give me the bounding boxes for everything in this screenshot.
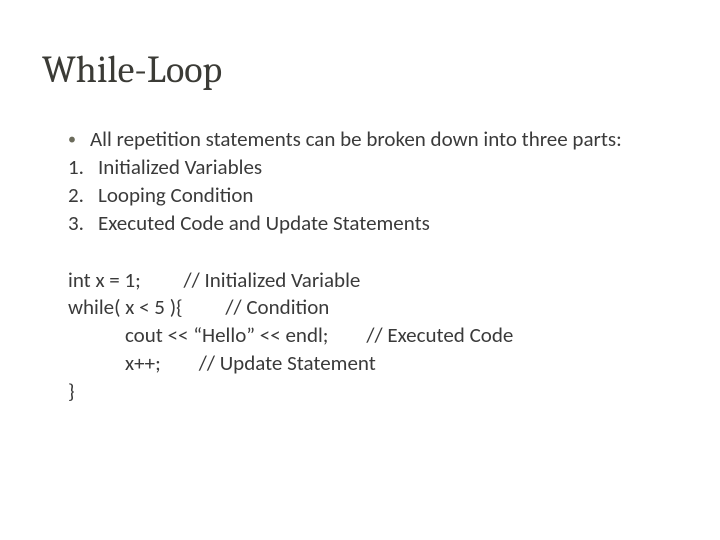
list-item: 3. Executed Code and Update Statements [68,210,664,237]
code-line: } [68,378,664,406]
list-item: 1. Initialized Variables [68,154,664,181]
bullet-icon: • [68,126,90,153]
code-line: cout << “Hello” << endl; // Executed Cod… [68,322,664,350]
bullet-text: All repetition statements can be broken … [90,126,664,153]
list-item: 2. Looping Condition [68,182,664,209]
slide-title: While-Loop [42,48,664,92]
slide-body: • All repetition statements can be broke… [68,126,664,405]
code-line: int x = 1; // Initialized Variable [68,267,664,295]
list-number: 3. [68,210,98,237]
list-number: 1. [68,154,98,181]
list-number: 2. [68,182,98,209]
bullet-item: • All repetition statements can be broke… [68,126,664,153]
slide: While-Loop • All repetition statements c… [0,0,720,540]
code-block: int x = 1; // Initialized Variable while… [68,267,664,406]
list-text: Looping Condition [98,182,664,209]
code-line: x++; // Update Statement [68,350,664,378]
code-line: while( x < 5 ){ // Condition [68,294,664,322]
list-text: Initialized Variables [98,154,664,181]
list-text: Executed Code and Update Statements [98,210,664,237]
